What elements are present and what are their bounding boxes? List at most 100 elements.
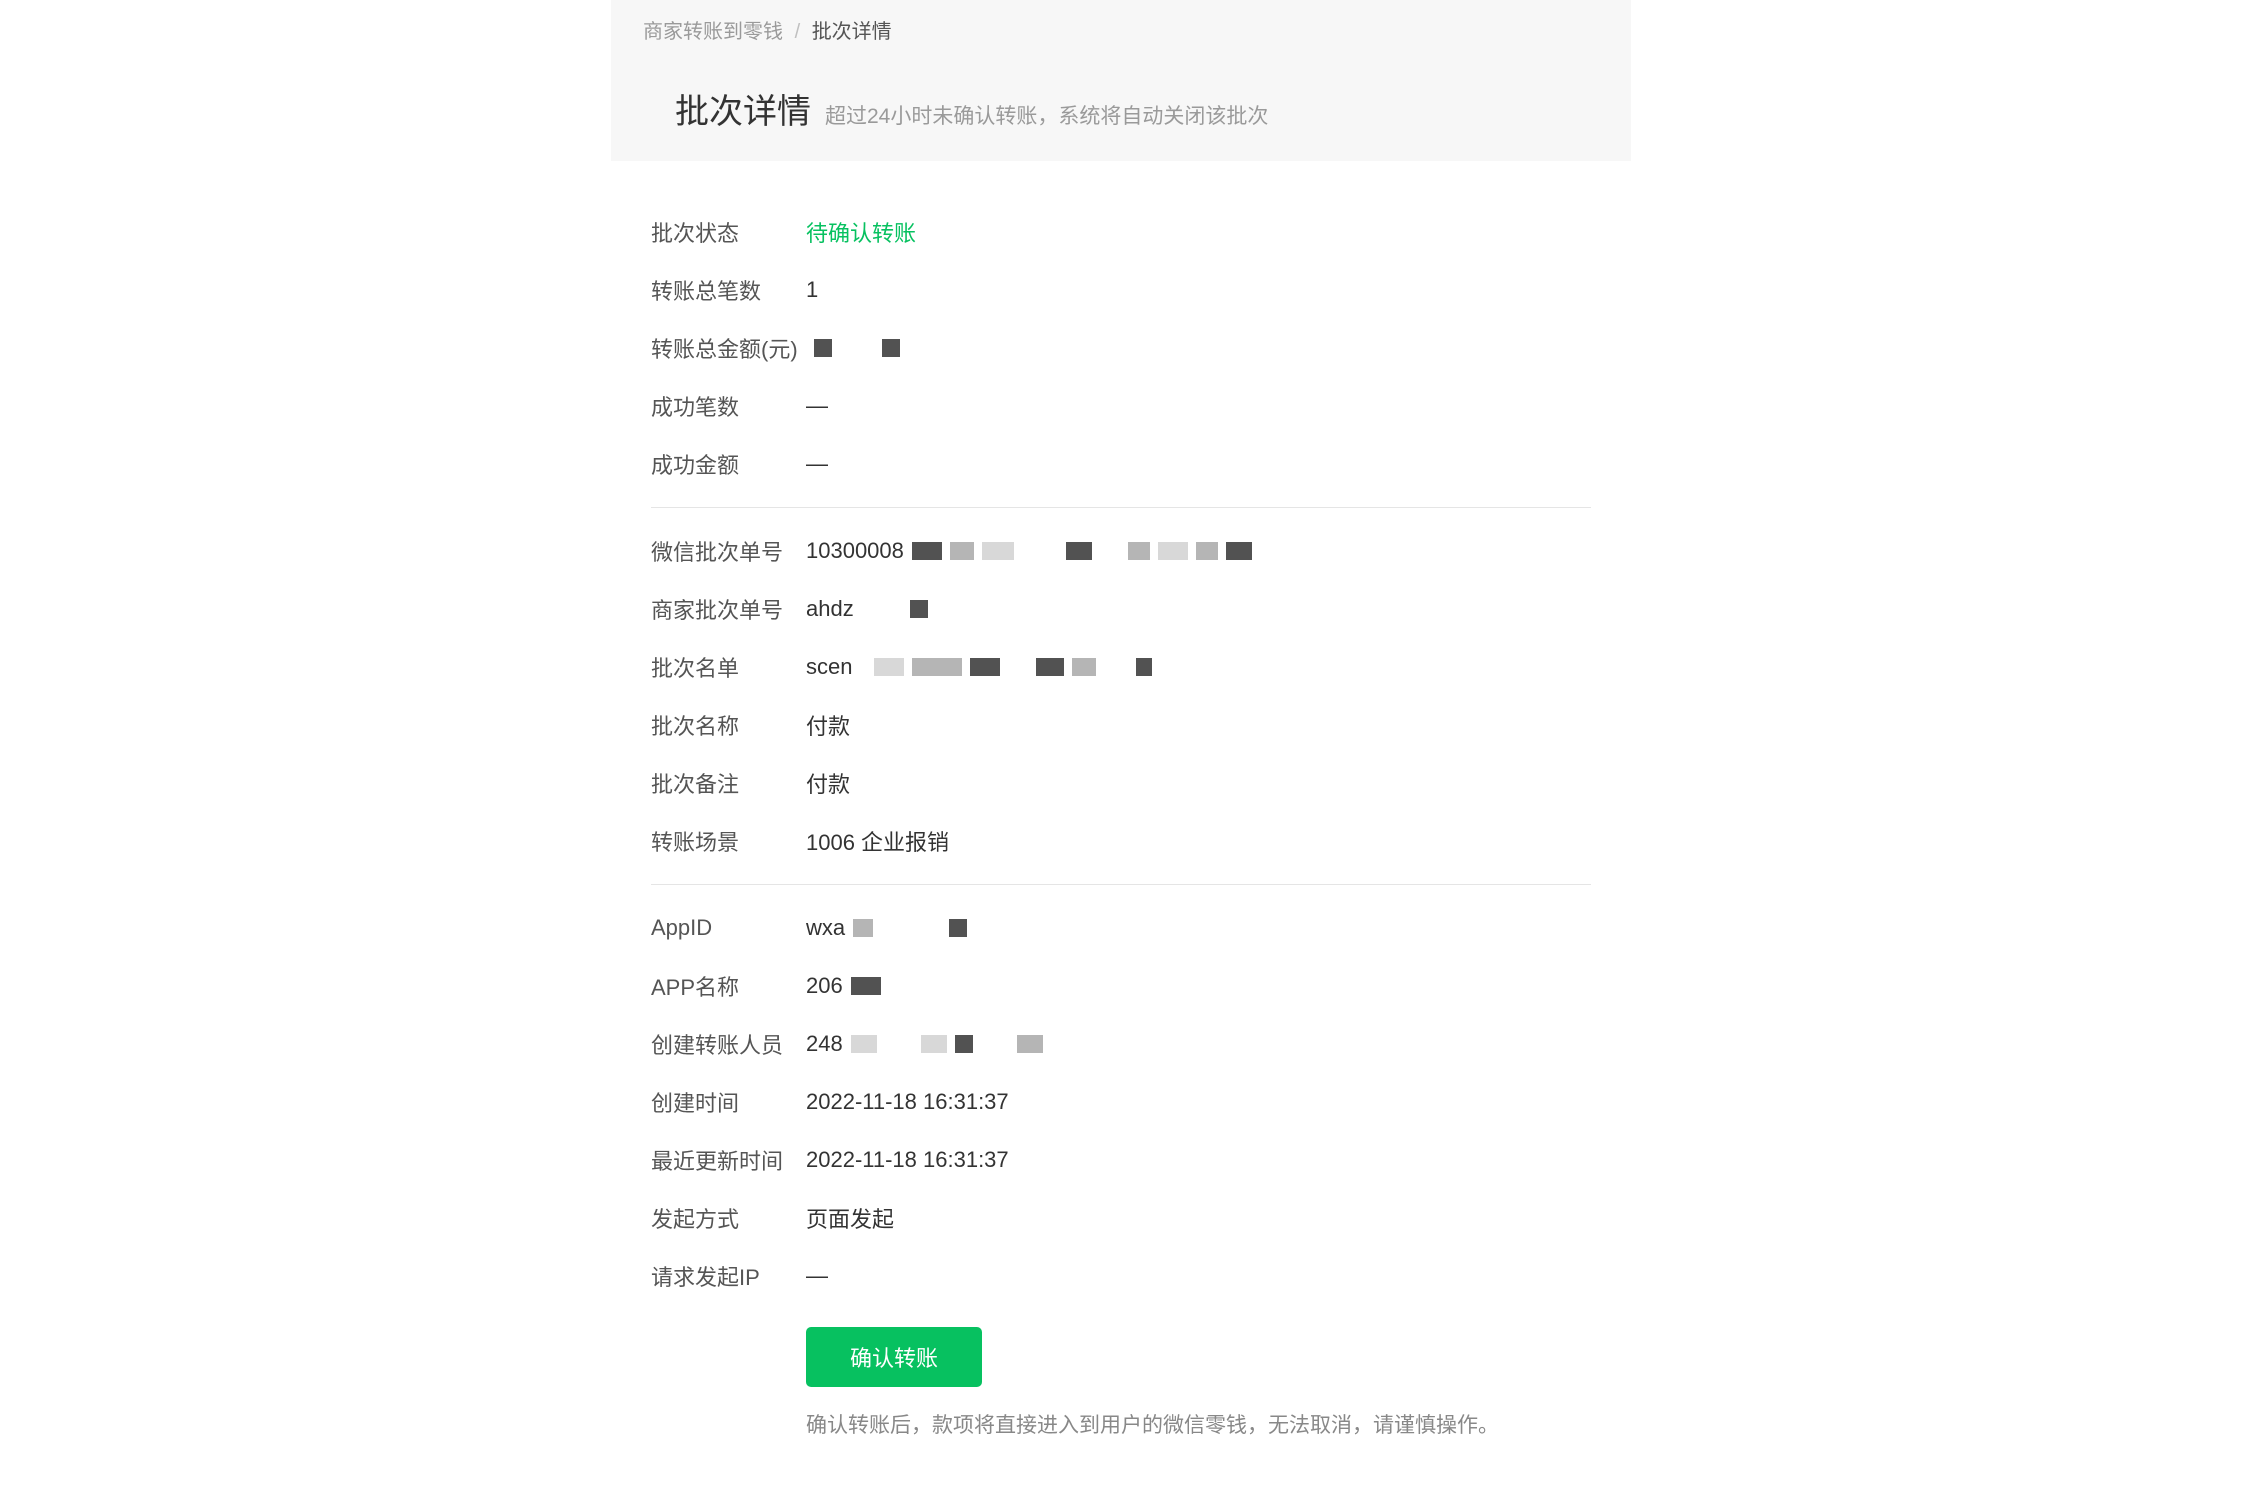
redacted-block: [912, 658, 962, 676]
redacted-block: [1158, 542, 1188, 560]
redacted-block: [1066, 542, 1092, 560]
detail-label: AppID: [651, 915, 806, 941]
detail-value-text: —: [806, 1263, 828, 1289]
detail-label: 创建转账人员: [651, 1028, 806, 1060]
redacted-block: [970, 658, 1000, 676]
detail-label: 转账场景: [651, 825, 806, 857]
redacted-block: [921, 1035, 947, 1053]
redacted-block: [882, 339, 900, 357]
detail-row: 批次状态待确认转账: [651, 203, 1591, 261]
detail-value-text: 2022-11-18 16:31:37: [806, 1147, 1009, 1173]
detail-value: 2022-11-18 16:31:37: [806, 1147, 1009, 1173]
detail-value: ahdz: [806, 596, 928, 622]
detail-label: 最近更新时间: [651, 1144, 806, 1176]
detail-value: 1: [806, 277, 818, 303]
detail-value-text: 2022-11-18 16:31:37: [806, 1089, 1009, 1115]
redacted-block: [910, 600, 928, 618]
detail-label: 批次名称: [651, 709, 806, 741]
redacted-block: [1072, 658, 1096, 676]
redacted-block: [1017, 1035, 1043, 1053]
detail-card: 批次状态待确认转账转账总笔数1转账总金额(元)成功笔数—成功金额—微信批次单号1…: [611, 161, 1631, 1499]
redacted-block: [950, 542, 974, 560]
detail-value-text: 1: [806, 277, 818, 303]
detail-row: 批次备注付款: [651, 754, 1591, 812]
detail-row: 创建转账人员248: [651, 1015, 1591, 1073]
detail-row: 商家批次单号ahdz: [651, 580, 1591, 638]
detail-row: 转账场景1006 企业报销: [651, 812, 1591, 870]
detail-row: 成功笔数—: [651, 377, 1591, 435]
redacted-block: [982, 542, 1014, 560]
section-divider: [651, 507, 1591, 508]
detail-row: 转账总笔数1: [651, 261, 1591, 319]
redacted-block: [949, 919, 967, 937]
detail-value-text: 页面发起: [806, 1202, 894, 1234]
detail-row: AppIDwxa: [651, 899, 1591, 957]
redacted-block: [874, 658, 904, 676]
breadcrumb-parent[interactable]: 商家转账到零钱: [643, 21, 783, 43]
section-divider: [651, 884, 1591, 885]
redacted-block: [1196, 542, 1218, 560]
detail-value: 206: [806, 973, 881, 999]
detail-label: 批次状态: [651, 216, 806, 248]
detail-value: 页面发起: [806, 1202, 894, 1234]
detail-value: —: [806, 1263, 828, 1289]
detail-label: 请求发起IP: [651, 1260, 806, 1292]
detail-label: 商家批次单号: [651, 593, 806, 625]
detail-row: 创建时间2022-11-18 16:31:37: [651, 1073, 1591, 1131]
detail-value: 付款: [806, 709, 850, 741]
breadcrumb-separator: /: [795, 21, 801, 43]
detail-label: APP名称: [651, 970, 806, 1002]
detail-value-text: 10300008: [806, 538, 904, 564]
breadcrumb-area: 商家转账到零钱 / 批次详情 批次详情 超过24小时未确认转账，系统将自动关闭该…: [611, 0, 1631, 161]
detail-label: 成功笔数: [651, 390, 806, 422]
breadcrumb-current: 批次详情: [812, 21, 892, 43]
detail-value: 248: [806, 1031, 1043, 1057]
redacted-block: [1036, 658, 1064, 676]
redacted-block: [1226, 542, 1252, 560]
detail-label: 批次名单: [651, 651, 806, 683]
detail-value: 2022-11-18 16:31:37: [806, 1089, 1009, 1115]
main-container: 商家转账到零钱 / 批次详情 批次详情 超过24小时未确认转账，系统将自动关闭该…: [611, 0, 1631, 1499]
redacted-block: [814, 339, 832, 357]
detail-value: scen: [806, 654, 1152, 680]
detail-label: 批次备注: [651, 767, 806, 799]
detail-row: APP名称206: [651, 957, 1591, 1015]
detail-value: —: [806, 393, 828, 419]
redacted-block: [955, 1035, 973, 1053]
redacted-block: [1136, 658, 1152, 676]
page-title: 批次详情: [675, 84, 811, 133]
redacted-block: [853, 919, 873, 937]
action-row: 确认转账 确认转账后，款项将直接进入到用户的微信零钱，无法取消，请谨慎操作。: [651, 1327, 1591, 1439]
detail-value: 10300008: [806, 538, 1252, 564]
page-subtitle: 超过24小时未确认转账，系统将自动关闭该批次: [825, 100, 1268, 130]
redacted-block: [1128, 542, 1150, 560]
detail-value-text: —: [806, 393, 828, 419]
detail-value: 1006 企业报销: [806, 825, 949, 857]
detail-value: [806, 339, 900, 357]
detail-value-text: —: [806, 451, 828, 477]
detail-row: 微信批次单号10300008: [651, 522, 1591, 580]
title-row: 批次详情 超过24小时未确认转账，系统将自动关闭该批次: [643, 44, 1599, 161]
detail-value-text: scen: [806, 654, 852, 680]
confirm-hint: 确认转账后，款项将直接进入到用户的微信零钱，无法取消，请谨慎操作。: [806, 1409, 1591, 1439]
redacted-block: [851, 1035, 877, 1053]
breadcrumb: 商家转账到零钱 / 批次详情: [643, 15, 1599, 44]
detail-value-text: 付款: [806, 767, 850, 799]
detail-label: 微信批次单号: [651, 535, 806, 567]
detail-label: 发起方式: [651, 1202, 806, 1234]
redacted-block: [851, 977, 881, 995]
detail-label: 成功金额: [651, 448, 806, 480]
detail-value-text: 付款: [806, 709, 850, 741]
detail-value-text: 206: [806, 973, 843, 999]
detail-row: 最近更新时间2022-11-18 16:31:37: [651, 1131, 1591, 1189]
detail-value: wxa: [806, 915, 967, 941]
confirm-transfer-button[interactable]: 确认转账: [806, 1327, 982, 1387]
detail-value-text: wxa: [806, 915, 845, 941]
detail-row: 成功金额—: [651, 435, 1591, 493]
detail-value: 付款: [806, 767, 850, 799]
detail-label: 转账总笔数: [651, 274, 806, 306]
redacted-block: [912, 542, 942, 560]
detail-value-text: 1006 企业报销: [806, 825, 949, 857]
detail-value-text: ahdz: [806, 596, 854, 622]
detail-row: 批次名称付款: [651, 696, 1591, 754]
